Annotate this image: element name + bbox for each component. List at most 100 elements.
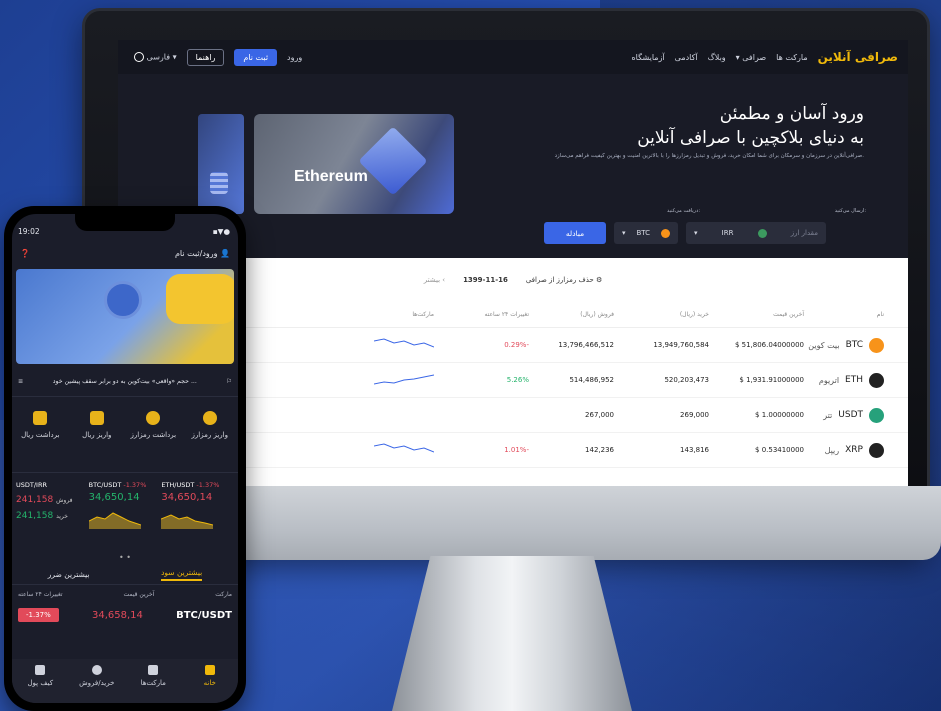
last-price: 0.53410000 $: [755, 446, 804, 454]
coin-icon: [869, 442, 884, 458]
withdraw-rial-button[interactable]: برداشت ریال: [12, 411, 69, 472]
guide-button[interactable]: راهنما: [186, 48, 225, 66]
more-link[interactable]: بیشتر ‹: [424, 276, 445, 284]
chevron-down-icon: ▾: [622, 229, 626, 237]
remove-coin-link[interactable]: حذف رمزارز از صرافی ⚙: [526, 276, 602, 284]
monitor-chin: [196, 486, 941, 560]
swap-icon: [91, 665, 102, 675]
plus-coin-icon: [202, 411, 217, 425]
tab-markets[interactable]: مارکت‌ها: [125, 665, 182, 703]
swap-button[interactable]: مبادله: [544, 222, 606, 244]
tool-icon: ⚙: [595, 276, 603, 284]
buy-price: 13,949,760,584: [653, 341, 709, 349]
change-24h: 5.26%: [506, 376, 529, 384]
sparkline: [284, 370, 435, 390]
coin-name: USDT تتر: [804, 407, 884, 423]
menu-icon[interactable]: ≡: [18, 378, 23, 385]
buy-price: 269,000: [680, 411, 709, 419]
mini-chart-btc: [88, 512, 141, 529]
change-badge: -1.37%: [18, 608, 59, 622]
language-selector[interactable]: فارسی ▾: [134, 52, 177, 62]
sparkline-chart: [373, 374, 435, 385]
coin-icon: [869, 407, 884, 423]
pair-cards: USDT/IRR 241,158 فروش 241,158 خرید BTC/U…: [12, 473, 238, 553]
globe-icon: [134, 52, 144, 62]
nav-academy[interactable]: آکادمی: [675, 53, 698, 62]
user-icon: 👤: [220, 248, 230, 258]
amount-field[interactable]: ▾ IRR مقدار ارز: [686, 222, 826, 244]
tab-top-losers[interactable]: بیشترین ضرر: [48, 570, 90, 579]
home-icon: [204, 665, 215, 675]
deposit-rial-button[interactable]: واریز ریال: [69, 411, 126, 472]
sell-price: 142,236: [585, 446, 614, 454]
deposit-crypto-button[interactable]: واریز رمزارز: [182, 411, 239, 472]
pair-card-btc[interactable]: BTC/USDT -1.37% 34,650,14: [88, 481, 162, 553]
last-price: 1.00000000 $: [755, 411, 804, 419]
tab-trade[interactable]: خرید/فروش: [69, 665, 126, 703]
nav-markets[interactable]: مارکت ها: [776, 53, 807, 62]
change-24h: -1.01%: [504, 446, 529, 454]
coin-name: ETH اتریوم: [804, 372, 884, 388]
tab-wallet[interactable]: کیف پول: [12, 665, 69, 703]
banner-card-secondary[interactable]: [198, 114, 244, 214]
movers-tabs: بیشترین ضرر بیشترین سود: [12, 565, 238, 585]
receive-label: دریافت می‌کنید:: [666, 208, 700, 214]
login-link[interactable]: ورود/ثبت نام 👤: [175, 249, 230, 258]
ethereum-banner[interactable]: Ethereum: [254, 114, 454, 214]
bitcoin-icon: [660, 228, 670, 238]
last-price: 1,931.91000000 $: [739, 376, 804, 384]
flag-icon: ⚐: [226, 378, 232, 385]
pair-card-usdt[interactable]: USDT/IRR 241,158 فروش 241,158 خرید: [16, 481, 89, 553]
arrow-up-icon: [89, 411, 104, 425]
site-logo[interactable]: صرافی آنلاین: [818, 50, 898, 64]
monitor-stand: [392, 556, 632, 711]
nav-blog[interactable]: وبلاگ: [708, 53, 726, 62]
minus-coin-icon: [146, 411, 161, 425]
news-ticker[interactable]: ≡ حجم «واقعی» بیت‌کوین به دو برابر سقف پ…: [12, 367, 238, 397]
sell-price: 267,000: [585, 411, 614, 419]
to-currency-select[interactable]: ▾ BTC: [614, 222, 678, 244]
withdraw-crypto-button[interactable]: برداشت رمزارز: [125, 411, 182, 472]
coin-stack-icon: [210, 172, 228, 194]
pair-card-eth[interactable]: ETH/USDT -1.37% 34,650,14: [161, 481, 234, 553]
hero-title: ورود آسان و مطمئن به دنیای بلاکچین با صر…: [637, 104, 864, 148]
exchange-form: مبادله ▾ BTC ▾ IRR مقدار ارز: [544, 222, 826, 244]
sell-price: 514,486,952: [569, 376, 614, 384]
mobile-app-screen: 19:02 ▪▼● ❓ ورود/ثبت نام 👤 ≡ حجم «واقعی»…: [12, 214, 238, 703]
help-icon[interactable]: ❓: [20, 249, 30, 258]
bar-chart-icon: [148, 665, 159, 675]
banner-text: Ethereum: [294, 168, 368, 185]
site-navbar: فارسی ▾ راهنما ثبت نام ورود صرافی آنلاین…: [118, 40, 908, 74]
nav-lab[interactable]: آزمایشگاه: [631, 53, 664, 62]
bitcoin-icon: [104, 281, 142, 319]
tab-home[interactable]: خانه: [182, 665, 239, 703]
app-banner[interactable]: [16, 269, 234, 364]
mini-chart-eth: [161, 514, 214, 529]
signup-button[interactable]: ثبت نام: [234, 48, 278, 66]
wallet-icon: [35, 665, 46, 675]
buy-price: 520,203,473: [664, 376, 709, 384]
status-icons: ▪▼●: [212, 227, 230, 236]
hero-description: صرافی‌آنلاین در سرزمان و سرمکان برای شما…: [554, 153, 864, 159]
phone-notch: [75, 214, 175, 231]
ethereum-icon: [358, 126, 428, 196]
sparkline-chart: [373, 443, 435, 453]
nav-exchange[interactable]: صرافی ▾: [736, 53, 766, 62]
movers-row[interactable]: -1.37% 34,658,14 BTC/USDT: [12, 604, 238, 626]
login-link[interactable]: ورود: [287, 53, 302, 62]
chevron-down-icon: ▾: [694, 229, 698, 237]
amount-placeholder: مقدار ارز: [790, 229, 818, 237]
sparkline: [284, 335, 435, 355]
app-header: ❓ ورود/ثبت نام 👤: [12, 240, 238, 266]
send-label: ارسال می‌کنید:: [834, 208, 866, 214]
tab-top-gainers[interactable]: بیشترین سود: [161, 568, 203, 581]
sparkline: [284, 440, 435, 460]
sparkline-chart: [373, 338, 435, 348]
gamepad-icon: [166, 274, 234, 324]
pager-dots: • •: [119, 553, 131, 562]
sell-price: 13,796,466,512: [558, 341, 614, 349]
arrow-down-icon: [33, 411, 48, 425]
rial-icon: [757, 228, 767, 238]
ticker-text: حجم «واقعی» بیت‌کوین به دو برابر سقف پیش…: [52, 378, 197, 385]
movers-header: تغییرات ۲۴ ساعته آخرین قیمت مارکت: [18, 591, 232, 598]
